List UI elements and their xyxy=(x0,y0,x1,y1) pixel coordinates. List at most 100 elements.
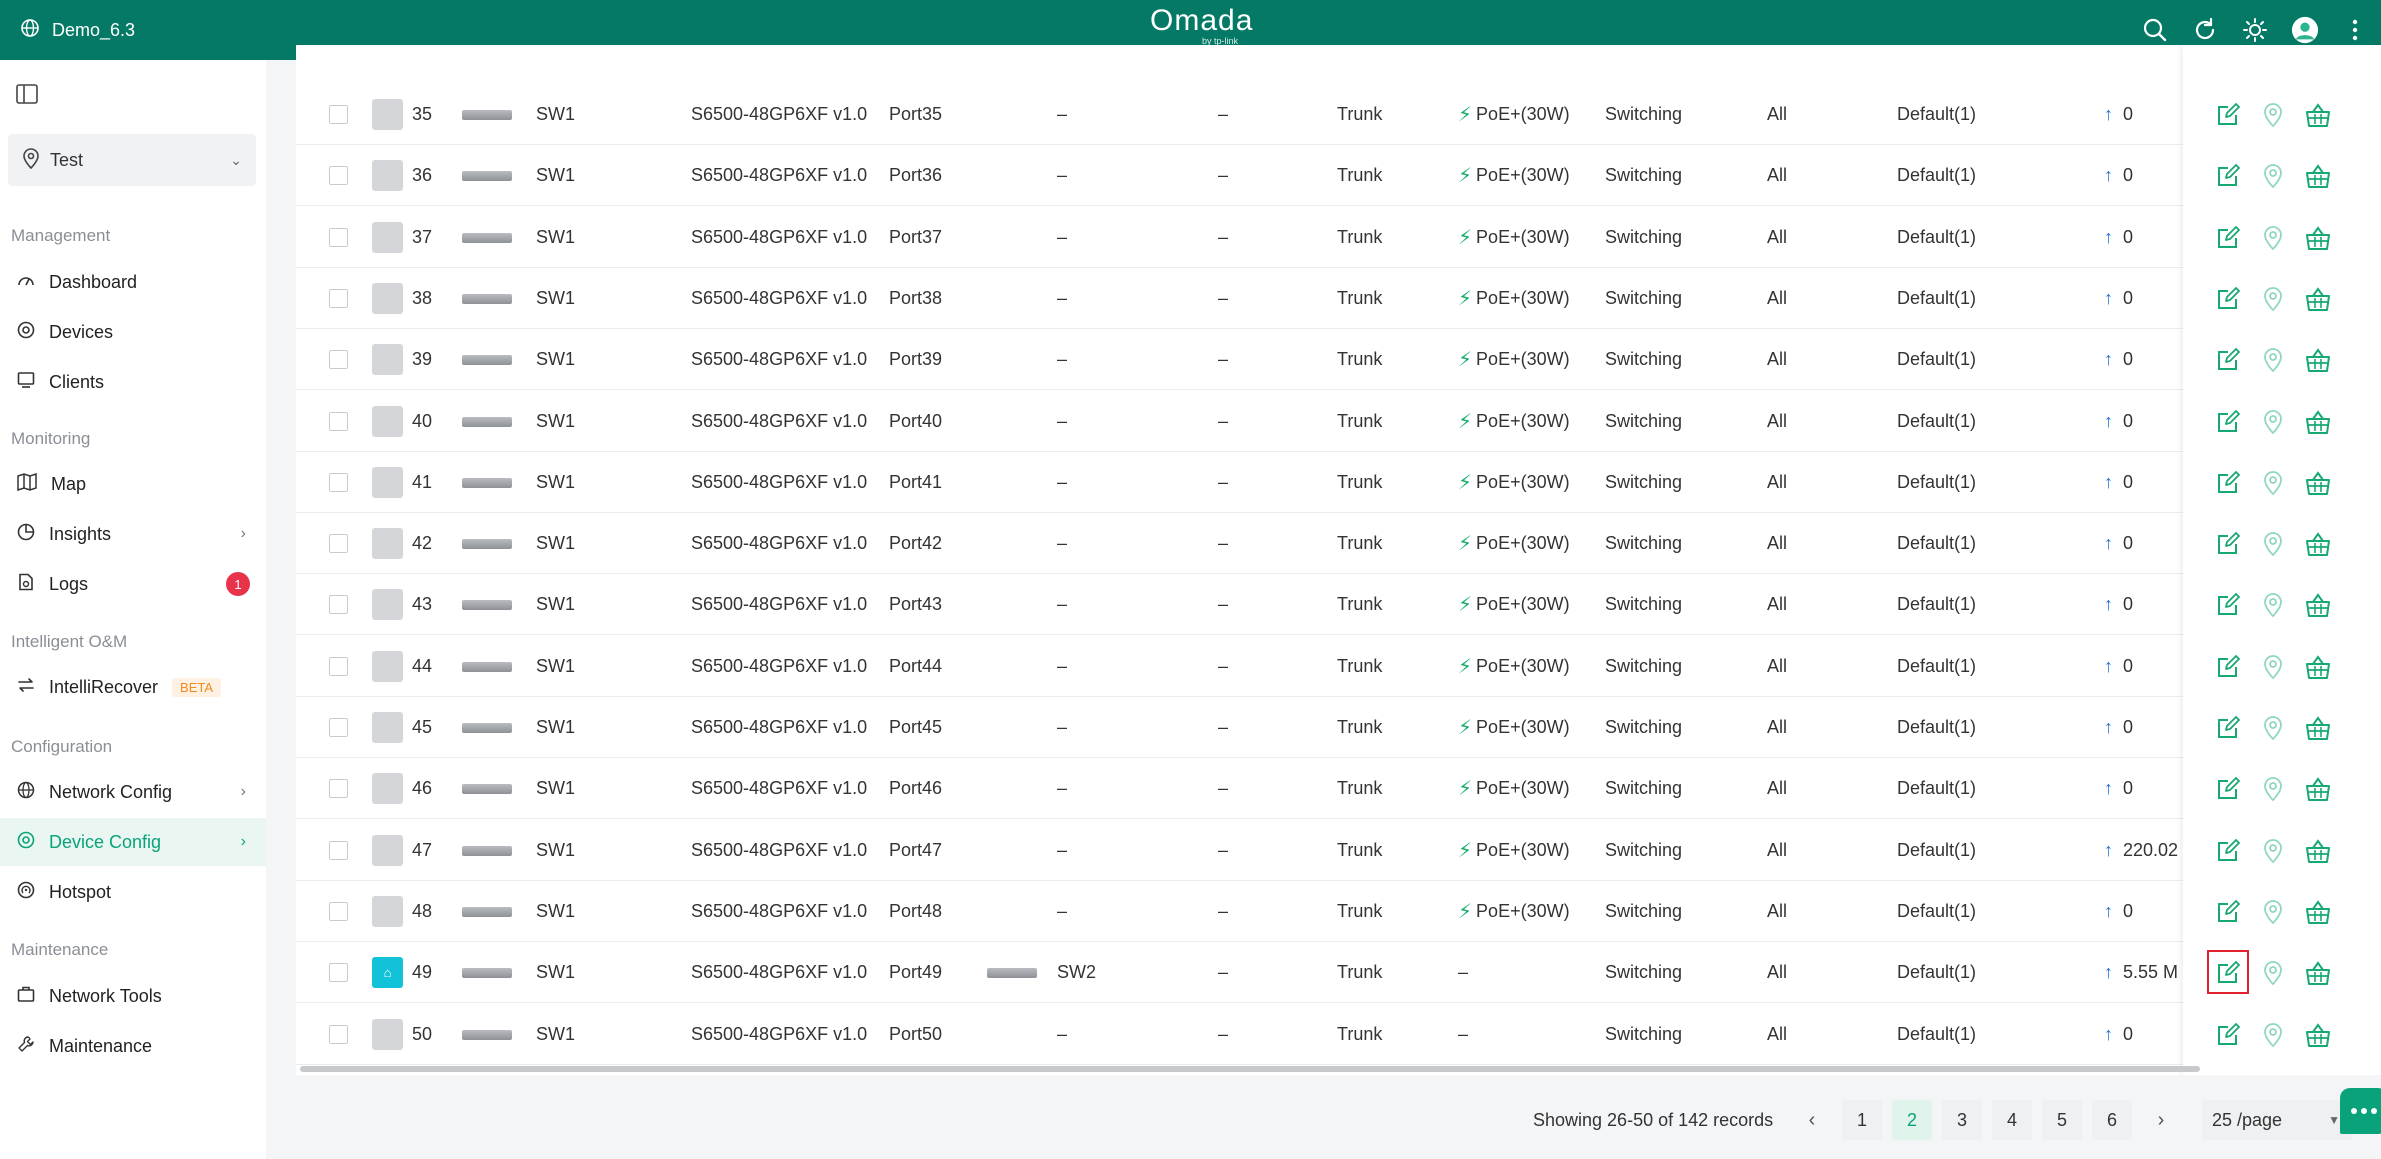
row-checkbox[interactable] xyxy=(329,820,348,881)
row-checkbox[interactable] xyxy=(329,145,348,206)
chat-icon[interactable] xyxy=(2340,1088,2381,1134)
edit-icon[interactable] xyxy=(2208,452,2248,513)
site-select[interactable]: Test ⌄ xyxy=(8,134,256,186)
edit-icon[interactable] xyxy=(2208,1004,2248,1065)
basket-icon[interactable] xyxy=(2298,942,2338,1003)
row-checkbox[interactable] xyxy=(329,574,348,635)
basket-icon[interactable] xyxy=(2298,391,2338,452)
location-icon[interactable] xyxy=(2253,452,2293,513)
sidebar-item-clients[interactable]: Clients xyxy=(0,358,266,406)
per-page-select[interactable]: 25 /page ▼ xyxy=(2202,1100,2352,1140)
sidebar-toggle-icon[interactable] xyxy=(16,84,38,109)
table-row[interactable]: 50 SW1 S6500-48GP6XF v1.0 Port50 – – Trunk – Swi… xyxy=(296,1004,2381,1065)
page-4-button[interactable]: 4 xyxy=(1992,1100,2032,1140)
table-row[interactable]: 35 SW1 S6500-48GP6XF v1.0 Port35 – – Trunk ⚡︎ Po… xyxy=(296,84,2381,145)
location-icon[interactable] xyxy=(2253,942,2293,1003)
page-6-button[interactable]: 6 xyxy=(2092,1100,2132,1140)
sidebar-item-device-config[interactable]: Device Config › xyxy=(0,818,266,866)
location-icon[interactable] xyxy=(2253,697,2293,758)
basket-icon[interactable] xyxy=(2298,758,2338,819)
basket-icon[interactable] xyxy=(2298,84,2338,145)
row-checkbox[interactable] xyxy=(329,329,348,390)
avatar[interactable] xyxy=(2291,16,2319,44)
edit-icon[interactable] xyxy=(2208,268,2248,329)
table-row[interactable]: 36 SW1 S6500-48GP6XF v1.0 Port36 – – Trunk ⚡︎ Po… xyxy=(296,145,2381,206)
edit-icon[interactable] xyxy=(2208,329,2248,390)
table-row[interactable]: ⌂ 49 SW1 S6500-48GP6XF v1.0 Port49 SW2 – Trunk –… xyxy=(296,942,2381,1003)
location-icon[interactable] xyxy=(2253,84,2293,145)
sidebar-item-intellirecover[interactable]: IntelliRecover BETA xyxy=(0,663,266,711)
table-row[interactable]: 48 SW1 S6500-48GP6XF v1.0 Port48 – – Trunk ⚡︎ Po… xyxy=(296,881,2381,942)
table-row[interactable]: 38 SW1 S6500-48GP6XF v1.0 Port38 – – Trunk ⚡︎ Po… xyxy=(296,268,2381,329)
location-icon[interactable] xyxy=(2253,329,2293,390)
table-row[interactable]: 45 SW1 S6500-48GP6XF v1.0 Port45 – – Trunk ⚡︎ Po… xyxy=(296,697,2381,758)
basket-icon[interactable] xyxy=(2298,1004,2338,1065)
sidebar-item-map[interactable]: Map xyxy=(0,460,266,508)
edit-icon[interactable] xyxy=(2208,513,2248,574)
basket-icon[interactable] xyxy=(2298,207,2338,268)
refresh-icon[interactable] xyxy=(2191,16,2219,44)
table-row[interactable]: 39 SW1 S6500-48GP6XF v1.0 Port39 – – Trunk ⚡︎ Po… xyxy=(296,329,2381,390)
location-icon[interactable] xyxy=(2253,636,2293,697)
page-3-button[interactable]: 3 xyxy=(1942,1100,1982,1140)
table-row[interactable]: 37 SW1 S6500-48GP6XF v1.0 Port37 – – Trunk ⚡︎ Po… xyxy=(296,207,2381,268)
edit-icon[interactable] xyxy=(2208,574,2248,635)
sidebar-item-logs[interactable]: Logs 1 xyxy=(0,560,266,608)
row-checkbox[interactable] xyxy=(329,391,348,452)
sidebar-item-network-config[interactable]: Network Config › xyxy=(0,768,266,816)
location-icon[interactable] xyxy=(2253,145,2293,206)
row-checkbox[interactable] xyxy=(329,207,348,268)
sidebar-item-maintenance[interactable]: Maintenance xyxy=(0,1022,266,1070)
basket-icon[interactable] xyxy=(2298,636,2338,697)
table-row[interactable]: 40 SW1 S6500-48GP6XF v1.0 Port40 – – Trunk ⚡︎ Po… xyxy=(296,391,2381,452)
page-5-button[interactable]: 5 xyxy=(2042,1100,2082,1140)
edit-icon[interactable] xyxy=(2208,758,2248,819)
basket-icon[interactable] xyxy=(2298,513,2338,574)
sidebar-item-devices[interactable]: Devices xyxy=(0,308,266,356)
edit-icon[interactable] xyxy=(2208,697,2248,758)
theme-icon[interactable] xyxy=(2241,16,2269,44)
location-icon[interactable] xyxy=(2253,820,2293,881)
basket-icon[interactable] xyxy=(2298,697,2338,758)
row-checkbox[interactable] xyxy=(329,758,348,819)
basket-icon[interactable] xyxy=(2298,881,2338,942)
search-icon[interactable] xyxy=(2141,16,2169,44)
sidebar-item-dashboard[interactable]: Dashboard xyxy=(0,258,266,306)
row-checkbox[interactable] xyxy=(329,697,348,758)
edit-icon[interactable] xyxy=(2208,145,2248,206)
basket-icon[interactable] xyxy=(2298,452,2338,513)
table-row[interactable]: 44 SW1 S6500-48GP6XF v1.0 Port44 – – Trunk ⚡︎ Po… xyxy=(296,636,2381,697)
basket-icon[interactable] xyxy=(2298,574,2338,635)
edit-icon[interactable] xyxy=(2208,881,2248,942)
basket-icon[interactable] xyxy=(2298,820,2338,881)
sidebar-item-hotspot[interactable]: Hotspot xyxy=(0,868,266,916)
next-page-button[interactable]: › xyxy=(2146,1100,2176,1140)
table-row[interactable]: 46 SW1 S6500-48GP6XF v1.0 Port46 – – Trunk ⚡︎ Po… xyxy=(296,758,2381,819)
location-icon[interactable] xyxy=(2253,513,2293,574)
prev-page-button[interactable]: ‹ xyxy=(1797,1100,1827,1140)
location-icon[interactable] xyxy=(2253,758,2293,819)
basket-icon[interactable] xyxy=(2298,145,2338,206)
location-icon[interactable] xyxy=(2253,207,2293,268)
location-icon[interactable] xyxy=(2253,391,2293,452)
row-checkbox[interactable] xyxy=(329,881,348,942)
row-checkbox[interactable] xyxy=(329,1004,348,1065)
edit-icon[interactable] xyxy=(2208,820,2248,881)
edit-icon[interactable] xyxy=(2208,391,2248,452)
edit-icon[interactable] xyxy=(2208,84,2248,145)
row-checkbox[interactable] xyxy=(329,452,348,513)
page-2-button[interactable]: 2 xyxy=(1892,1100,1932,1140)
horizontal-scrollbar[interactable] xyxy=(300,1066,2200,1072)
edit-icon[interactable] xyxy=(2208,636,2248,697)
row-checkbox[interactable] xyxy=(329,942,348,1003)
basket-icon[interactable] xyxy=(2298,329,2338,390)
location-icon[interactable] xyxy=(2253,268,2293,329)
sidebar-item-insights[interactable]: Insights › xyxy=(0,510,266,558)
row-checkbox[interactable] xyxy=(329,268,348,329)
location-icon[interactable] xyxy=(2253,881,2293,942)
location-icon[interactable] xyxy=(2253,1004,2293,1065)
table-row[interactable]: 43 SW1 S6500-48GP6XF v1.0 Port43 – – Trunk ⚡︎ Po… xyxy=(296,574,2381,635)
more-icon[interactable] xyxy=(2341,16,2369,44)
edit-icon[interactable] xyxy=(2208,207,2248,268)
page-1-button[interactable]: 1 xyxy=(1842,1100,1882,1140)
